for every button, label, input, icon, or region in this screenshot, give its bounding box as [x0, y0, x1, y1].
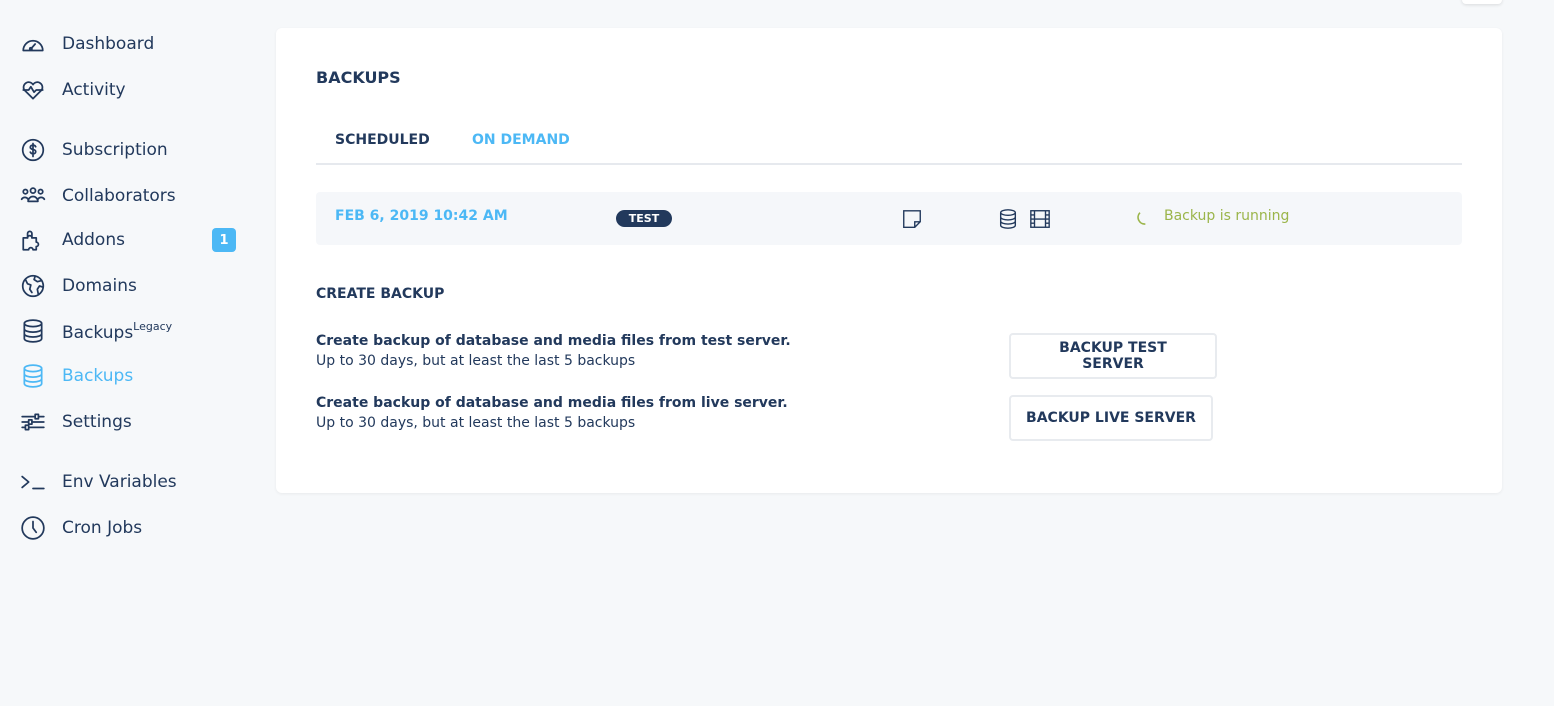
sidebar-item-label: Env Variables [62, 472, 177, 492]
tab-scheduled[interactable]: SCHEDULED [335, 132, 430, 148]
sidebar-item-cron-jobs[interactable]: Cron Jobs [20, 513, 240, 543]
sidebar-item-label: Subscription [62, 140, 168, 160]
backup-live-server-button[interactable]: BACKUP LIVE SERVER [1009, 395, 1213, 441]
note-icon[interactable] [901, 208, 923, 230]
gauge-icon [22, 39, 44, 52]
page-title: BACKUPS [316, 68, 401, 87]
film-icon[interactable] [1029, 208, 1051, 230]
users-icon [20, 187, 46, 203]
sidebar-item-collaborators[interactable]: Collaborators [20, 181, 240, 211]
sidebar-item-label: Settings [62, 412, 132, 432]
sidebar-item-label: Dashboard [62, 34, 155, 54]
live-backup-description: Create backup of database and media file… [316, 393, 788, 433]
environment-badge: TEST [616, 210, 672, 227]
create-backup-heading: CREATE BACKUP [316, 286, 445, 302]
addons-count-badge: 1 [212, 228, 236, 252]
sidebar-item-activity[interactable]: Activity [20, 75, 240, 105]
sidebar-item-label: Addons [62, 230, 125, 250]
spinner-icon [1137, 212, 1146, 225]
tabs: SCHEDULED ON DEMAND [316, 128, 1462, 165]
sidebar-item-backups[interactable]: Backups [20, 361, 240, 391]
sidebar-item-label: Backups [62, 366, 134, 386]
sidebar-item-label: Collaborators [62, 186, 176, 206]
description-note: Up to 30 days, but at least the last 5 b… [316, 415, 636, 431]
heart-pulse-icon [22, 81, 44, 100]
description-title: Create backup of database and media file… [316, 333, 791, 349]
sidebar-item-env-variables[interactable]: Env Variables [20, 467, 240, 497]
sidebar-item-subscription[interactable]: Subscription [20, 135, 240, 165]
sidebar-item-label: BackupsLegacy [62, 319, 173, 343]
description-note: Up to 30 days, but at least the last 5 b… [316, 353, 636, 369]
top-menu-button[interactable] [1462, 0, 1502, 4]
terminal-icon [21, 475, 45, 490]
clock-icon [21, 516, 45, 540]
sidebar-item-addons[interactable]: Addons 1 [20, 225, 240, 255]
puzzle-icon [22, 230, 40, 251]
sidebar-item-backups-legacy[interactable]: BackupsLegacy [20, 316, 240, 346]
sidebar-item-domains[interactable]: Domains [20, 271, 240, 301]
sliders-icon [21, 413, 45, 431]
backup-status: Backup is running [1164, 208, 1290, 224]
backup-date[interactable]: FEB 6, 2019 10:42 AM [335, 208, 508, 224]
backups-card: BACKUPS SCHEDULED ON DEMAND FEB 6, 2019 … [276, 28, 1502, 493]
dollar-circle-icon [21, 138, 45, 162]
description-title: Create backup of database and media file… [316, 395, 788, 411]
sidebar-item-dashboard[interactable]: Dashboard [20, 29, 240, 59]
tab-on-demand[interactable]: ON DEMAND [472, 132, 570, 148]
database-icon [23, 319, 43, 343]
legacy-superscript: Legacy [133, 319, 173, 333]
database-icon [23, 364, 43, 388]
backup-row: FEB 6, 2019 10:42 AM TEST Backup is runn… [316, 192, 1462, 245]
sidebar-item-label: Cron Jobs [62, 518, 143, 538]
test-backup-description: Create backup of database and media file… [316, 331, 791, 371]
sidebar-item-label: Domains [62, 276, 137, 296]
backup-test-server-button[interactable]: BACKUP TEST SERVER [1009, 333, 1217, 379]
sidebar-item-settings[interactable]: Settings [20, 407, 240, 437]
globe-icon [21, 274, 45, 298]
sidebar-item-label: Activity [62, 80, 126, 100]
database-icon[interactable] [997, 208, 1019, 230]
